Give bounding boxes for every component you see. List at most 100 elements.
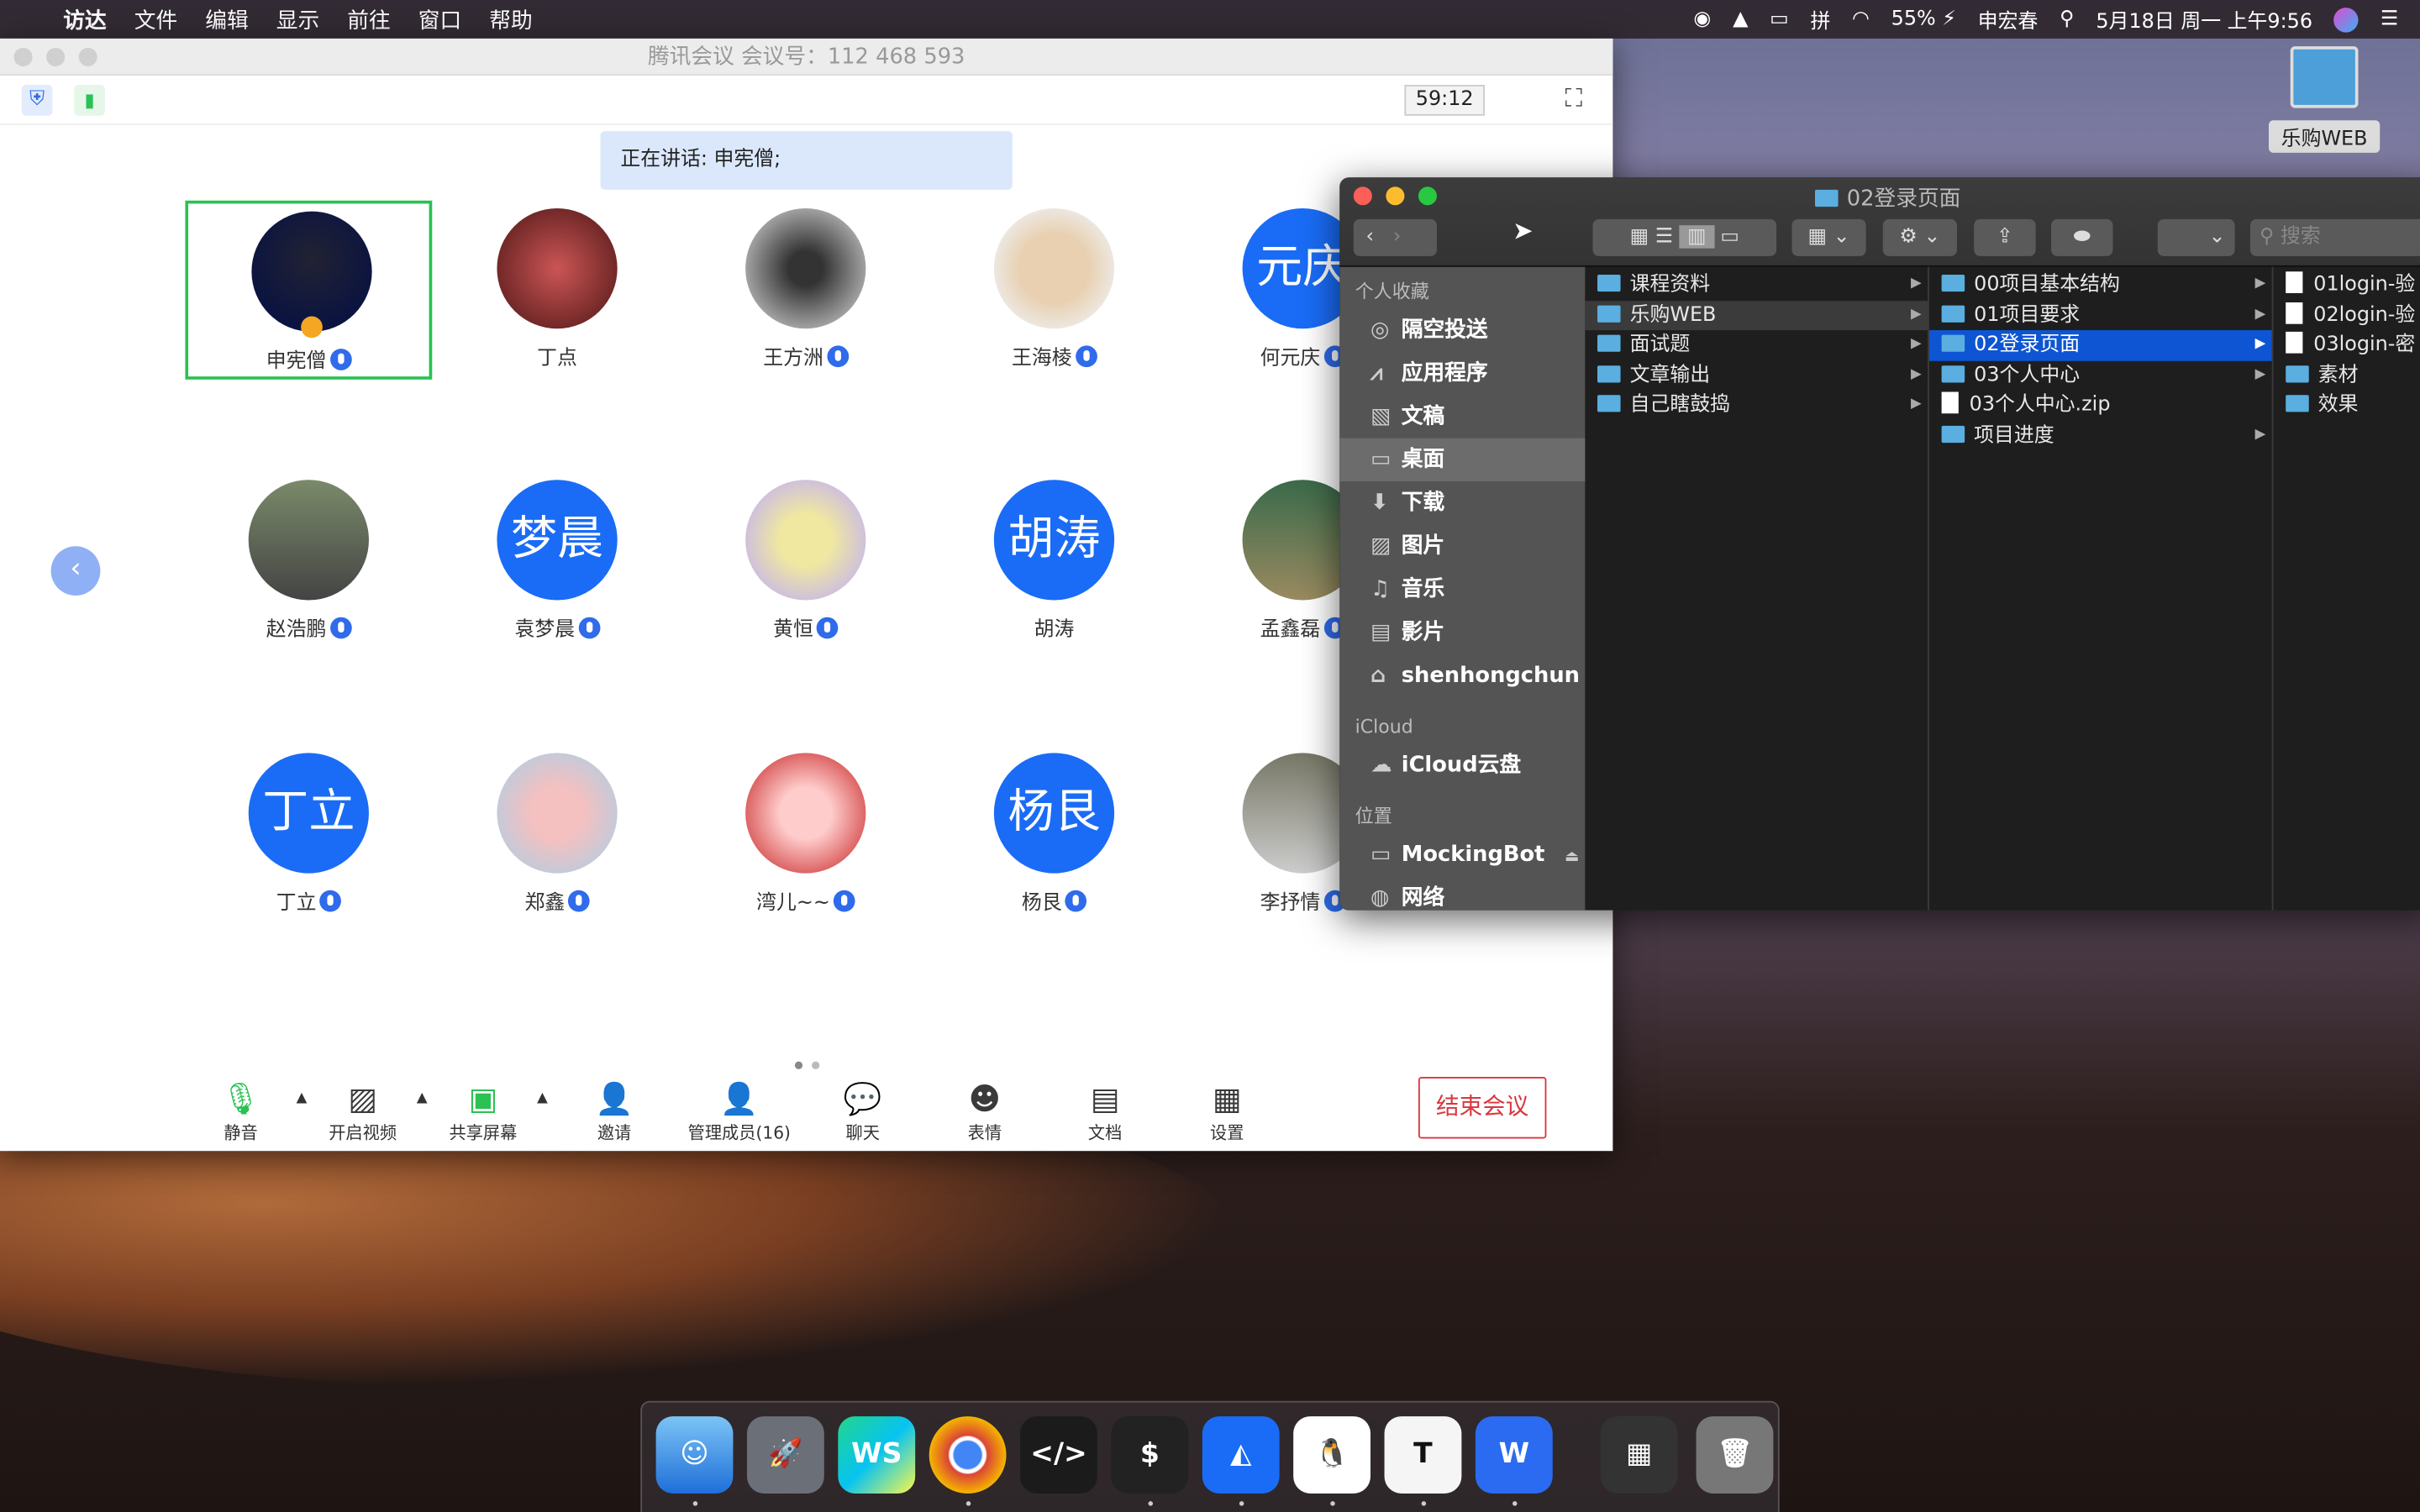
view-mode-buttons[interactable]: ▦ ☰ ▥ ▭ [1592, 218, 1777, 256]
notification-icon[interactable]: ▲ [1733, 8, 1748, 31]
airplay-icon[interactable]: ▭ [1770, 8, 1789, 31]
control-button-invite[interactable]: 👤 邀请 [553, 1077, 676, 1145]
end-meeting-button[interactable]: 结束会议 [1418, 1077, 1547, 1139]
group-button[interactable]: ▦ ⌄ [1791, 218, 1866, 256]
file-row[interactable]: 03个人中心 ▶ [1929, 360, 2272, 391]
battery-status[interactable]: 55% ⚡ [1891, 8, 1956, 31]
menu-finder[interactable]: 访达 [50, 4, 120, 35]
tag-button[interactable]: ⬬ [2051, 218, 2113, 256]
dock-app-1[interactable]: ☺ [655, 1416, 734, 1494]
participant-tile[interactable]: 湾儿~~ [682, 745, 929, 924]
dock-app-3[interactable]: WS [838, 1416, 916, 1494]
zoom-button[interactable] [78, 47, 97, 66]
dock-app-5[interactable]: </> [1020, 1416, 1097, 1494]
file-row[interactable]: 03login-密 [2274, 330, 2420, 360]
signal-icon[interactable]: ▮ [74, 85, 105, 116]
clock[interactable]: 5月18日 周一 上午9:56 [2096, 5, 2312, 34]
participant-tile[interactable]: 黄恒 [682, 472, 929, 651]
dock-app-9[interactable]: T [1384, 1416, 1462, 1494]
sidebar-item-desktop[interactable]: ▭ 桌面 [1339, 438, 1586, 482]
dock-app-11[interactable]: ▦ [1600, 1416, 1678, 1494]
spotlight-icon[interactable]: ⚲ [2060, 8, 2075, 31]
file-row[interactable]: 素材 [2274, 360, 2420, 391]
control-button-video-off[interactable]: ▨ 开启视频 [301, 1077, 424, 1145]
path-dropdown[interactable]: ⌄ [2157, 218, 2235, 256]
control-button-emoji[interactable]: ☻ 表情 [923, 1077, 1046, 1145]
control-button-share-screen[interactable]: ▣ 共享屏幕 [421, 1077, 544, 1145]
security-shield-icon[interactable]: ⛨ [21, 85, 53, 116]
menu-window[interactable]: 窗口 [404, 4, 475, 35]
options-caret-icon[interactable]: ▲ [417, 1091, 428, 1106]
file-row[interactable]: 03个人中心.zip [1929, 391, 2272, 421]
participant-tile[interactable]: 丁立 丁立 [185, 745, 432, 924]
dock-app-12[interactable]: 🗑 [1696, 1416, 1774, 1494]
dock-app-2[interactable]: 🚀 [746, 1416, 824, 1494]
participant-tile[interactable]: 胡涛 胡涛 [931, 472, 1178, 651]
user-name[interactable]: 申宏春 [1978, 5, 2039, 34]
menu-help[interactable]: 帮助 [476, 4, 546, 35]
control-button-document[interactable]: ▤ 文档 [1044, 1077, 1167, 1145]
participant-tile[interactable]: 王方洲 [682, 201, 929, 380]
file-row[interactable]: 自己瞎鼓捣 ▶ [1585, 391, 1928, 421]
dock-app-6[interactable]: $ [1111, 1416, 1189, 1494]
control-button-chat[interactable]: 💬 聊天 [801, 1077, 924, 1145]
eject-icon[interactable]: ⏏ [1565, 848, 1579, 865]
file-row[interactable]: 02login-验 [2274, 300, 2420, 330]
control-button-settings[interactable]: ▦ 设置 [1165, 1077, 1289, 1145]
sidebar-item-downloads[interactable]: ⬇ 下载 [1339, 481, 1585, 524]
menu-file[interactable]: 文件 [120, 4, 191, 35]
sidebar-item-movies[interactable]: ▤ 影片 [1339, 611, 1585, 654]
sidebar-item-music[interactable]: ♫ 音乐 [1339, 568, 1585, 611]
options-caret-icon[interactable]: ▲ [537, 1091, 548, 1106]
file-row[interactable]: 02登录页面 ▶ [1928, 330, 2272, 361]
file-row[interactable]: 00项目基本结构 ▶ [1929, 270, 2272, 300]
sidebar-item-airdrop[interactable]: ◎ 隔空投送 [1339, 308, 1585, 351]
sidebar-item-mockingbot[interactable]: ▭ MockingBot ⏏ [1339, 833, 1585, 876]
sidebar-item-applications[interactable]: ⩘ 应用程序 [1339, 352, 1585, 395]
menu-edit[interactable]: 编辑 [192, 4, 262, 35]
fullscreen-icon[interactable]: ⛶ [1565, 83, 1582, 114]
sidebar-item-icloud-drive[interactable]: ☁ iCloud云盘 [1339, 743, 1585, 786]
desktop-folder[interactable]: 乐购WEB [2268, 46, 2381, 153]
participant-tile[interactable]: 王海棱 [931, 201, 1178, 380]
file-row[interactable]: 01login-验 [2274, 270, 2420, 300]
menu-view[interactable]: 显示 [262, 4, 333, 35]
control-button-microphone[interactable]: 🎙 静音 [179, 1077, 302, 1145]
sidebar-item-network[interactable]: ◍ 网络 [1339, 876, 1585, 910]
close-button[interactable] [13, 47, 33, 66]
control-button-members[interactable]: 👤 管理成员(16) [677, 1077, 801, 1145]
share-button[interactable]: ⇪ [1974, 218, 2036, 256]
file-row[interactable]: 课程资料 ▶ [1585, 270, 1928, 300]
dock-app-4[interactable] [929, 1416, 1007, 1494]
wifi-icon[interactable]: ◠ [1852, 8, 1870, 31]
participant-tile[interactable]: 梦晨 袁梦晨 [434, 472, 681, 651]
menu-go[interactable]: 前往 [334, 4, 404, 35]
action-gear-button[interactable]: ⚙ ⌄ [1882, 218, 1957, 256]
file-row[interactable]: 效果 [2274, 391, 2420, 421]
participant-tile[interactable]: 郑鑫 [434, 745, 681, 924]
participant-tile[interactable]: 杨艮 杨艮 [931, 745, 1178, 924]
file-row[interactable]: 01项目要求 ▶ [1929, 300, 2272, 330]
sidebar-item-home[interactable]: ⌂ shenhongchun [1339, 654, 1585, 697]
dock-app-8[interactable]: 🐧 [1293, 1416, 1371, 1494]
dock-app-7[interactable]: ◭ [1202, 1416, 1280, 1494]
participant-tile[interactable]: 申宪僧 [185, 200, 433, 380]
file-row[interactable]: 乐购WEB ▶ [1585, 300, 1928, 331]
back-forward-buttons[interactable]: ‹ › [1353, 218, 1437, 256]
file-row[interactable]: 项目进度 ▶ [1929, 421, 2272, 451]
minimize-button[interactable] [46, 47, 66, 66]
file-row[interactable]: 文章输出 ▶ [1585, 360, 1928, 391]
input-method-icon[interactable]: 拼 [1810, 5, 1830, 34]
search-input[interactable]: ⚲ 搜索 [2249, 218, 2420, 256]
sidebar-item-pictures[interactable]: ▨ 图片 [1339, 524, 1585, 567]
record-icon[interactable]: ◉ [1694, 8, 1712, 31]
dock-app-10[interactable]: W [1475, 1416, 1553, 1494]
options-caret-icon[interactable]: ▲ [297, 1091, 308, 1106]
previous-page-button[interactable]: ‹ [50, 546, 101, 596]
sidebar-item-documents[interactable]: ▧ 文稿 [1339, 395, 1585, 438]
participant-tile[interactable]: 丁点 [434, 201, 681, 380]
siri-icon[interactable] [2333, 7, 2360, 32]
file-row[interactable]: 面试题 ▶ [1585, 330, 1928, 360]
participant-tile[interactable]: 赵浩鹏 [185, 472, 432, 651]
notification-center-icon[interactable]: ☰ [2381, 8, 2398, 31]
